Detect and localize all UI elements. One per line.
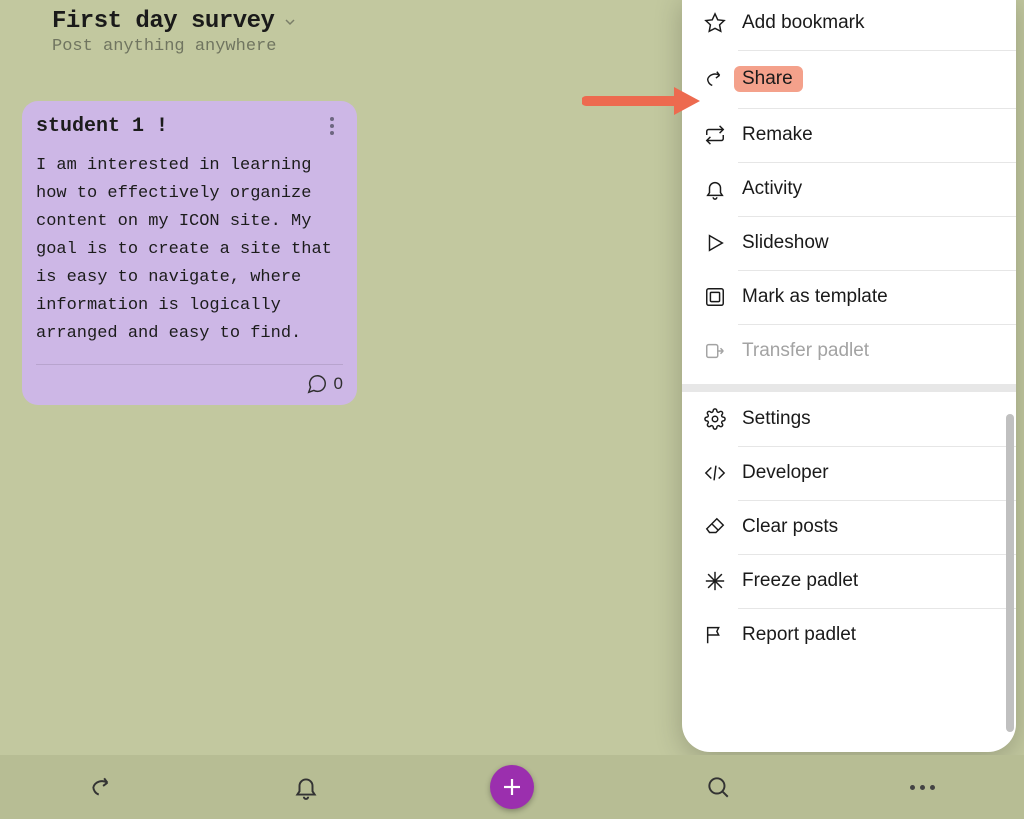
post-card[interactable]: student 1 ! I am interested in learning … <box>22 101 357 405</box>
toolbar-notifications-button[interactable] <box>286 767 326 807</box>
comment-icon <box>306 373 328 395</box>
menu-label: Report padlet <box>742 624 856 646</box>
menu-activity[interactable]: Activity <box>682 162 1016 216</box>
menu-report[interactable]: Report padlet <box>682 608 1016 662</box>
gear-icon <box>704 408 726 430</box>
share-icon <box>704 68 726 90</box>
menu-label: Clear posts <box>742 516 838 538</box>
menu-label: Remake <box>742 124 813 146</box>
panel-divider <box>682 384 1016 392</box>
panel-section-2: Settings Developer Clear posts Freeze pa… <box>682 392 1016 668</box>
menu-label: Transfer padlet <box>742 340 869 362</box>
star-icon <box>704 12 726 34</box>
post-body: I am interested in learning how to effec… <box>36 152 343 348</box>
bottom-toolbar <box>0 755 1024 819</box>
menu-label: Settings <box>742 408 811 430</box>
menu-label: Freeze padlet <box>742 570 858 592</box>
bell-icon <box>293 774 319 800</box>
more-icon <box>910 785 935 790</box>
comment-button[interactable]: 0 <box>306 373 343 395</box>
menu-label: Share <box>734 66 803 92</box>
menu-share[interactable]: Share <box>682 50 1016 108</box>
panel-scrollbar[interactable] <box>1006 414 1014 732</box>
template-icon <box>704 286 726 308</box>
menu-developer[interactable]: Developer <box>682 446 1016 500</box>
menu-freeze[interactable]: Freeze padlet <box>682 554 1016 608</box>
menu-label: Mark as template <box>742 286 888 308</box>
plus-icon <box>500 775 524 799</box>
comment-count: 0 <box>334 374 343 394</box>
post-title: student 1 ! <box>36 115 168 138</box>
play-icon <box>704 232 726 254</box>
menu-label: Add bookmark <box>742 12 865 34</box>
share-icon <box>89 774 115 800</box>
menu-settings[interactable]: Settings <box>682 392 1016 446</box>
menu-label: Developer <box>742 462 829 484</box>
menu-clear-posts[interactable]: Clear posts <box>682 500 1016 554</box>
remake-icon <box>704 124 726 146</box>
menu-label: Slideshow <box>742 232 829 254</box>
chevron-down-icon <box>282 14 298 30</box>
menu-add-bookmark[interactable]: Add bookmark <box>682 0 1016 50</box>
toolbar-share-button[interactable] <box>82 767 122 807</box>
code-icon <box>704 462 726 484</box>
search-icon <box>705 774 731 800</box>
toolbar-more-button[interactable] <box>902 767 942 807</box>
toolbar-add-button[interactable] <box>490 765 534 809</box>
menu-label: Activity <box>742 178 802 200</box>
toolbar-search-button[interactable] <box>698 767 738 807</box>
flag-icon <box>704 624 726 646</box>
menu-transfer: Transfer padlet <box>682 324 1016 378</box>
menu-slideshow[interactable]: Slideshow <box>682 216 1016 270</box>
board-title: First day survey <box>52 8 274 35</box>
bell-icon <box>704 178 726 200</box>
erase-icon <box>704 516 726 538</box>
freeze-icon <box>704 570 726 592</box>
menu-remake[interactable]: Remake <box>682 108 1016 162</box>
menu-mark-template[interactable]: Mark as template <box>682 270 1016 324</box>
actions-panel: Add bookmark Share Remake Activity Slide… <box>682 0 1016 752</box>
transfer-icon <box>704 340 726 362</box>
panel-section-1: Add bookmark Share Remake Activity Slide… <box>682 0 1016 384</box>
post-more-button[interactable] <box>323 115 343 135</box>
